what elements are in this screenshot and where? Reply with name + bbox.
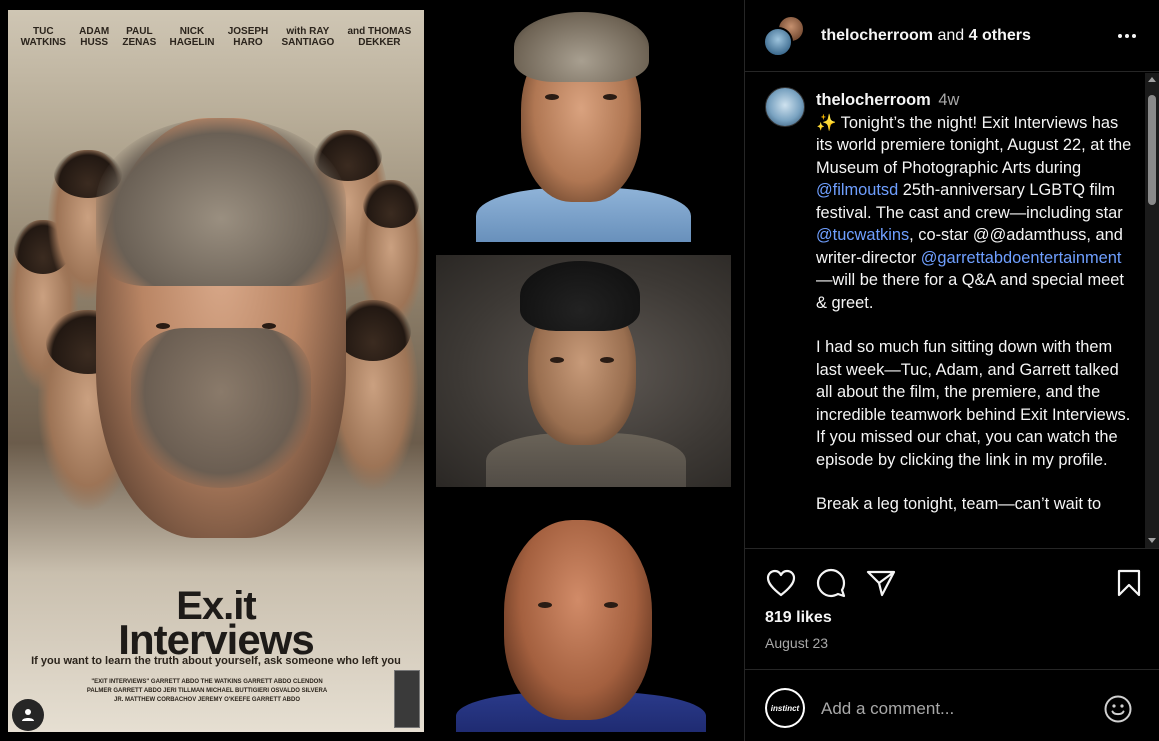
poster-billing-block: "EXIT INTERVIEWS" GARRETT ABDO THE WATKI… bbox=[86, 679, 328, 703]
poster-credit: TUC WATKINS bbox=[20, 26, 66, 48]
post-media: TUC WATKINS ADAM HUSS PAUL ZENAS NICK HAGELI… bbox=[0, 0, 744, 741]
post-caption: thelocherroom 4w ✨ Tonight’s the night! … bbox=[816, 89, 1134, 538]
caption-time[interactable]: 4w bbox=[938, 91, 959, 109]
avatar bbox=[763, 26, 793, 57]
actor-photo-2 bbox=[436, 255, 731, 487]
poster-credit: JOSEPH HARO bbox=[227, 26, 269, 48]
poster-credits: TUC WATKINS ADAM HUSS PAUL ZENAS NICK HAGELI… bbox=[8, 26, 424, 48]
mention-link[interactable]: @garrettabdoentertainment bbox=[921, 249, 1122, 267]
caption-username[interactable]: thelocherroom bbox=[816, 91, 931, 109]
post-sidebar: thelocherroom and 4 others thelocherroom… bbox=[744, 0, 1159, 741]
add-comment-bar: instinct bbox=[745, 669, 1159, 741]
comment-input[interactable] bbox=[821, 696, 1091, 722]
collab-avatars[interactable] bbox=[763, 14, 807, 57]
share-button[interactable] bbox=[865, 567, 897, 599]
poster-credit: ADAM HUSS bbox=[79, 26, 110, 48]
actor-photo-1 bbox=[436, 10, 731, 242]
smiley-icon bbox=[1104, 695, 1132, 723]
more-dots-icon bbox=[1118, 34, 1122, 38]
caption-text: —will be there for a Q&A and special mee… bbox=[816, 271, 1124, 312]
scroll-down-arrow-icon[interactable] bbox=[1148, 538, 1156, 543]
poster-credit: NICK HAGELIN bbox=[169, 26, 215, 48]
actor-photo-3 bbox=[436, 502, 731, 732]
mention-link[interactable]: @tucwatkins bbox=[816, 226, 909, 244]
caption-avatar[interactable] bbox=[765, 87, 805, 127]
scroll-up-arrow-icon[interactable] bbox=[1148, 77, 1156, 82]
current-user-avatar: instinct bbox=[765, 688, 805, 728]
save-button[interactable] bbox=[1113, 567, 1145, 599]
emoji-button[interactable] bbox=[1103, 694, 1133, 724]
caption-paragraph: I had so much fun sitting down with them… bbox=[816, 338, 1131, 469]
post-header: thelocherroom and 4 others bbox=[745, 0, 1159, 72]
caption-paragraph: Break a leg tonight, team—can’t wait to bbox=[816, 495, 1102, 513]
like-button[interactable] bbox=[765, 567, 797, 599]
poster-main-face bbox=[96, 118, 346, 538]
author-others[interactable]: 4 others bbox=[969, 27, 1031, 44]
festival-laurel-logo bbox=[394, 670, 420, 728]
poster-credit: with RAY SANTIAGO bbox=[281, 26, 335, 48]
user-icon bbox=[22, 709, 34, 721]
poster-tagline: If you want to learn the truth about you… bbox=[31, 655, 401, 667]
author-username[interactable]: thelocherroom bbox=[821, 27, 933, 44]
post-authors[interactable]: thelocherroom and 4 others bbox=[821, 27, 1031, 45]
comment-bubble-icon bbox=[816, 568, 846, 598]
post-date[interactable]: August 23 bbox=[765, 635, 828, 651]
action-bar bbox=[765, 567, 1145, 599]
poster-credit: and THOMAS DEKKER bbox=[347, 26, 412, 48]
comment-button[interactable] bbox=[815, 567, 847, 599]
bookmark-icon bbox=[1117, 569, 1141, 597]
tagged-users-button[interactable] bbox=[12, 699, 44, 731]
post-actions-section: 819 likes August 23 bbox=[745, 548, 1159, 668]
author-and-text: and bbox=[937, 26, 965, 44]
scrollbar-thumb[interactable] bbox=[1148, 95, 1156, 205]
more-options-button[interactable] bbox=[1115, 24, 1139, 48]
caption-text: ✨ Tonight’s the night! Exit Interviews h… bbox=[816, 113, 1132, 177]
likes-count[interactable]: 819 likes bbox=[765, 609, 832, 627]
paper-plane-icon bbox=[866, 570, 896, 597]
current-user-avatar-label: instinct bbox=[767, 690, 803, 726]
mention-link[interactable]: @filmoutsd bbox=[816, 181, 898, 199]
comments-scrollbar[interactable] bbox=[1145, 73, 1159, 548]
heart-icon bbox=[766, 569, 796, 597]
movie-poster-image: TUC WATKINS ADAM HUSS PAUL ZENAS NICK HAGELI… bbox=[8, 10, 424, 732]
comments-scroll-area[interactable]: thelocherroom 4w ✨ Tonight’s the night! … bbox=[745, 73, 1146, 548]
poster-credit: PAUL ZENAS bbox=[122, 26, 157, 48]
